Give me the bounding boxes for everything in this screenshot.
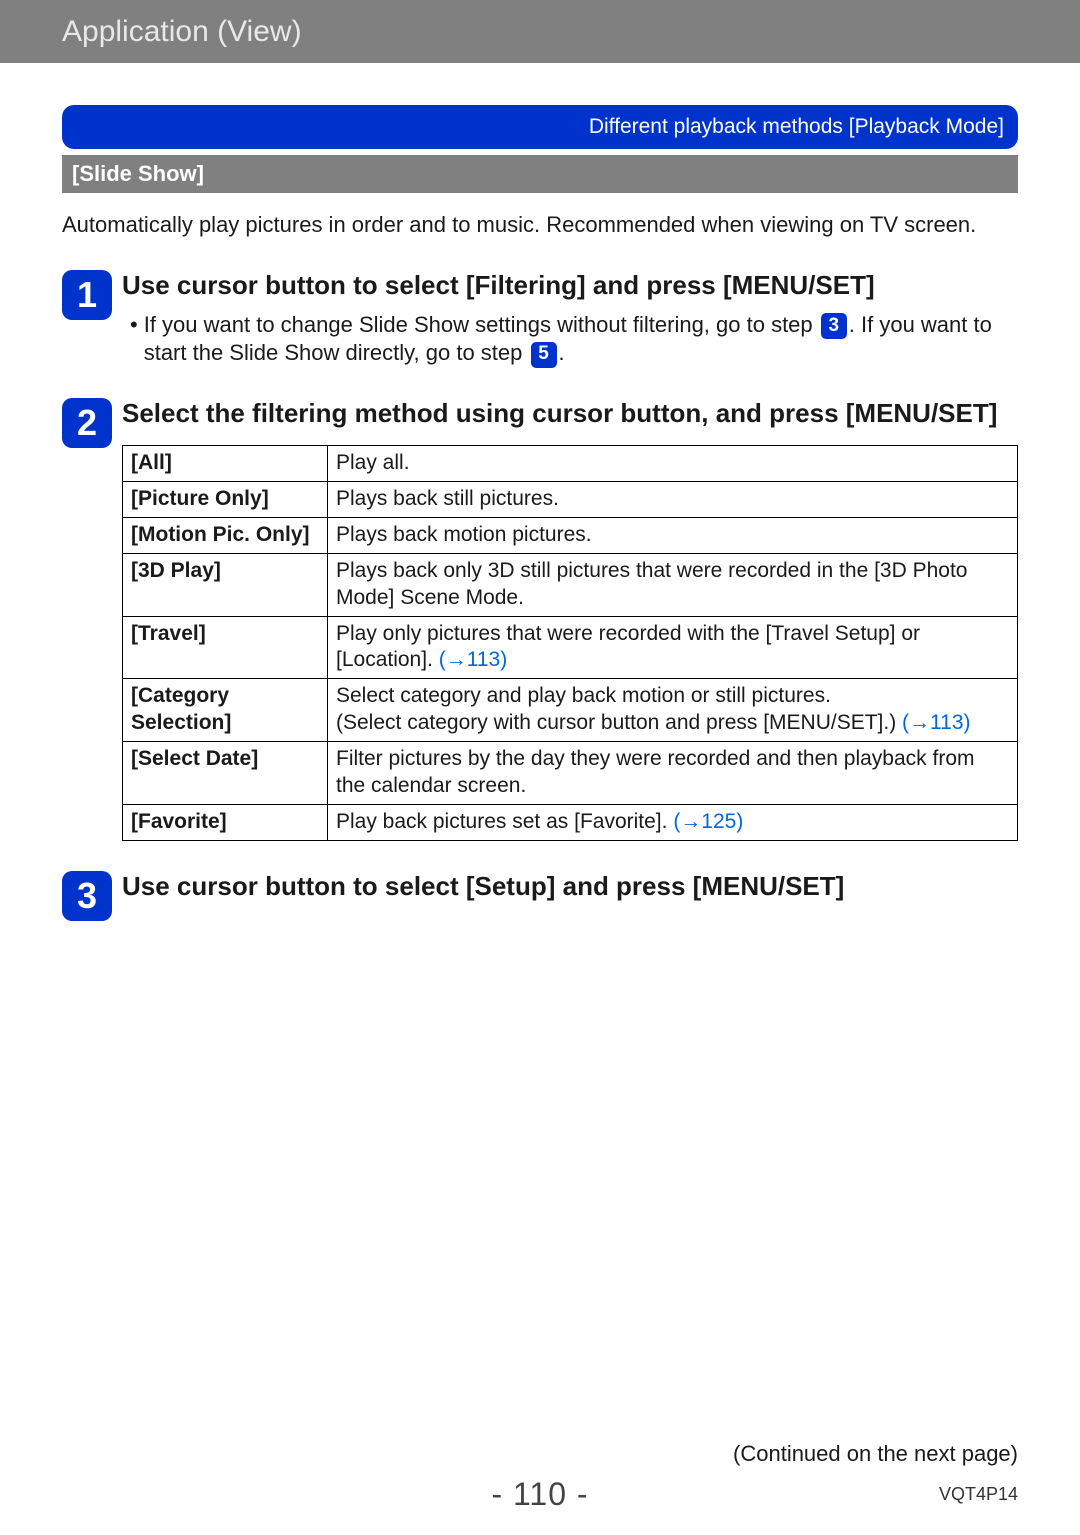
inline-step-ref-icon: 5 — [531, 342, 557, 368]
section-title-text: [Slide Show] — [72, 161, 204, 186]
table-row: [Category Selection]Select category and … — [123, 679, 1018, 742]
filter-desc-cell: Select category and play back motion or … — [328, 679, 1018, 742]
filter-label-cell: [Category Selection] — [123, 679, 328, 742]
page-ref-link[interactable]: (→125) — [673, 810, 743, 833]
filter-label-cell: [Favorite] — [123, 804, 328, 840]
banner-text: Different playback methods [Playback Mod… — [589, 115, 1004, 139]
filter-desc-cell: Play back pictures set as [Favorite]. (→… — [328, 804, 1018, 840]
filter-label-cell: [All] — [123, 446, 328, 482]
filter-desc-cell: Plays back only 3D still pictures that w… — [328, 553, 1018, 616]
table-row: [Select Date]Filter pictures by the day … — [123, 742, 1018, 805]
step-title: Use cursor button to select [Setup] and … — [122, 871, 1018, 902]
bullet-seg-c: . — [559, 340, 565, 365]
filter-desc-cell: Plays back motion pictures. — [328, 517, 1018, 553]
page-number: - 110 - — [491, 1476, 588, 1513]
filter-label-cell: [3D Play] — [123, 553, 328, 616]
filter-desc-cell: Filter pictures by the day they were rec… — [328, 742, 1018, 805]
filter-label-cell: [Select Date] — [123, 742, 328, 805]
step-2: 2 Select the filtering method using curs… — [62, 398, 1018, 841]
step-number-badge: 3 — [62, 871, 112, 921]
filter-label-cell: [Travel] — [123, 616, 328, 679]
table-row: [Travel]Play only pictures that were rec… — [123, 616, 1018, 679]
bullet-dot-icon: • — [130, 311, 138, 368]
app-header: Application (View) — [0, 0, 1080, 63]
page-ref-link[interactable]: (→113) — [902, 711, 970, 734]
bullet-text: If you want to change Slide Show setting… — [144, 311, 1018, 368]
filter-desc-cell: Play only pictures that were recorded wi… — [328, 616, 1018, 679]
bullet-seg-a: If you want to change Slide Show setting… — [144, 312, 819, 337]
filter-desc-cell: Play all. — [328, 446, 1018, 482]
step-title: Select the filtering method using cursor… — [122, 398, 1018, 429]
step-number-badge: 1 — [62, 270, 112, 320]
table-row: [Favorite]Play back pictures set as [Fav… — [123, 804, 1018, 840]
table-row: [All]Play all. — [123, 446, 1018, 482]
filter-label-cell: [Picture Only] — [123, 482, 328, 518]
app-title: Application (View) — [62, 15, 302, 49]
continued-note: (Continued on the next page) — [733, 1441, 1018, 1467]
table-row: [Motion Pic. Only]Plays back motion pict… — [123, 517, 1018, 553]
step-1: 1 Use cursor button to select [Filtering… — [62, 270, 1018, 368]
table-row: [3D Play]Plays back only 3D still pictur… — [123, 553, 1018, 616]
table-row: [Picture Only]Plays back still pictures. — [123, 482, 1018, 518]
step-3: 3 Use cursor button to select [Setup] an… — [62, 871, 1018, 921]
filter-label-cell: [Motion Pic. Only] — [123, 517, 328, 553]
document-code: VQT4P14 — [939, 1484, 1018, 1505]
filter-table: [All]Play all.[Picture Only]Plays back s… — [122, 445, 1018, 841]
section-heading: [Slide Show] — [62, 155, 1018, 193]
inline-step-ref-icon: 3 — [821, 313, 847, 339]
intro-paragraph: Automatically play pictures in order and… — [62, 211, 1018, 240]
page-ref-link[interactable]: (→113) — [439, 648, 507, 671]
step-number-badge: 2 — [62, 398, 112, 448]
breadcrumb-banner: Different playback methods [Playback Mod… — [62, 105, 1018, 149]
step-title: Use cursor button to select [Filtering] … — [122, 270, 1018, 301]
filter-desc-cell: Plays back still pictures. — [328, 482, 1018, 518]
step-bullet: • If you want to change Slide Show setti… — [122, 311, 1018, 368]
